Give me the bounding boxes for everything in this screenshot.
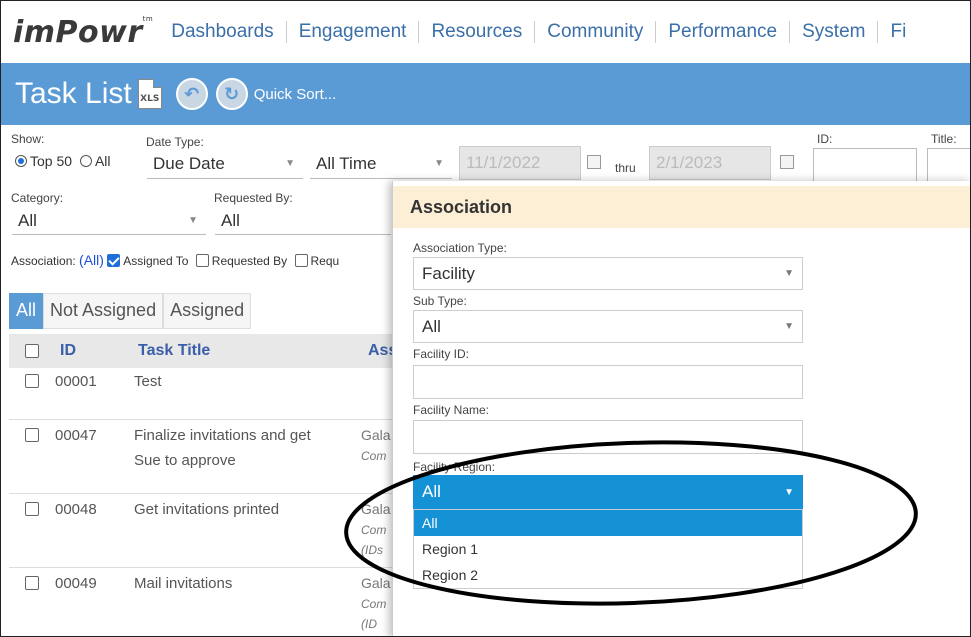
category-label: Category: — [11, 191, 64, 205]
row-assoc-type: Com — [361, 597, 387, 611]
table-row[interactable]: 00047 Finalize invitations and get Sue t… — [9, 421, 399, 494]
row-assoc-id: (ID — [361, 617, 377, 631]
all-radio[interactable] — [79, 155, 92, 167]
row-id: 00048 — [55, 501, 97, 518]
region-option-2[interactable]: Region 2 — [414, 562, 802, 588]
region-option-1[interactable]: Region 1 — [414, 536, 802, 562]
nav-system[interactable]: System — [789, 21, 877, 43]
app-window: imPowrtm Dashboards Engagement Resources… — [0, 0, 971, 637]
row-title-line2[interactable]: Sue to approve — [134, 448, 236, 473]
tab-not-assigned[interactable]: Not Assigned — [43, 293, 164, 329]
tab-assigned[interactable]: Assigned — [163, 293, 252, 329]
facility-name-input[interactable] — [413, 420, 803, 454]
association-all-link[interactable]: (All) — [79, 252, 104, 268]
date-from-input[interactable]: 11/1/2022 — [459, 146, 581, 180]
row-title-line1[interactable]: Finalize invitations and get — [134, 423, 311, 448]
row-checkbox[interactable] — [25, 576, 39, 590]
requested-by-select[interactable]: All — [215, 207, 391, 235]
row-title[interactable]: Get invitations printed — [134, 497, 279, 522]
facility-region-label: Facility Region: — [413, 460, 496, 474]
title-label: Title: — [931, 132, 957, 146]
facility-region-select[interactable]: All ▼ — [413, 475, 803, 509]
sub-type-label: Sub Type: — [413, 294, 467, 308]
chevron-down-icon: ▼ — [784, 268, 794, 279]
nav-fi-truncated[interactable]: Fi — [877, 21, 918, 43]
table-row[interactable]: 00048 Get invitations printed Gala Com (… — [9, 495, 399, 568]
chevron-down-icon: ▼ — [434, 158, 444, 169]
id-label: ID: — [817, 132, 833, 146]
association-type-label: Association Type: — [413, 241, 507, 255]
table-row[interactable]: 00049 Mail invitations Gala Com (ID — [9, 569, 399, 636]
table-row[interactable]: 00001 Test — [9, 368, 399, 420]
requ-checkbox[interactable] — [294, 254, 308, 267]
chevron-down-icon: ▼ — [285, 158, 295, 169]
sub-type-select[interactable]: All ▼ — [413, 310, 803, 343]
nav-resources[interactable]: Resources — [418, 21, 534, 43]
row-checkbox[interactable] — [25, 374, 39, 388]
nav-engagement[interactable]: Engagement — [285, 21, 419, 43]
top50-radio[interactable] — [15, 155, 27, 167]
category-select[interactable]: All ▼ — [12, 207, 206, 235]
date-type-select[interactable]: Due Date ▼ — [147, 149, 303, 179]
requested-by-label: Requested By: — [214, 191, 293, 205]
title-input[interactable] — [927, 148, 970, 182]
facility-id-label: Facility ID: — [413, 347, 470, 361]
page-header: Task List XLS ↶ ↻ Quick Sort... — [1, 63, 970, 125]
chevron-down-icon: ▼ — [188, 215, 198, 226]
assigned-to-checkbox[interactable] — [107, 254, 121, 267]
row-title[interactable]: Mail invitations — [134, 571, 232, 596]
calendar-icon[interactable] — [780, 155, 794, 169]
show-label: Show: — [11, 132, 45, 146]
calendar-icon[interactable] — [587, 155, 601, 169]
nav-performance[interactable]: Performance — [655, 21, 789, 43]
id-input[interactable] — [813, 148, 917, 182]
row-assoc-type: Com — [361, 523, 387, 537]
dialog-header: Association — [393, 186, 970, 228]
thru-label: thru — [615, 161, 636, 175]
row-checkbox[interactable] — [25, 502, 39, 516]
nav-community[interactable]: Community — [534, 21, 655, 43]
row-title[interactable]: Test — [134, 369, 162, 394]
show-options: Top 50 All — [15, 153, 111, 169]
select-all-checkbox[interactable] — [25, 344, 39, 358]
row-assoc-id: (IDs — [361, 543, 383, 557]
column-task-title[interactable]: Task Title — [138, 342, 210, 360]
date-type-label: Date Type: — [146, 135, 204, 149]
quick-sort-link[interactable]: Quick Sort... — [254, 86, 337, 103]
row-id: 00047 — [55, 427, 97, 444]
nav-links: Dashboards Engagement Resources Communit… — [171, 21, 918, 43]
chevron-down-icon: ▼ — [784, 321, 794, 332]
row-id: 00001 — [55, 373, 97, 390]
region-option-all[interactable]: All — [414, 510, 802, 536]
association-dialog: Association Association Type: Facility ▼ … — [392, 181, 970, 636]
chevron-down-icon: ▼ — [784, 486, 794, 498]
association-type-select[interactable]: Facility ▼ — [413, 257, 803, 290]
table-header: ID Task Title Ass — [9, 334, 399, 368]
tab-all[interactable]: All — [9, 293, 44, 329]
app-logo[interactable]: imPowrtm — [13, 15, 153, 50]
column-id[interactable]: ID — [60, 342, 76, 360]
facility-id-input[interactable] — [413, 365, 803, 399]
page-title: Task List — [15, 77, 132, 110]
time-range-select[interactable]: All Time ▼ — [310, 149, 452, 179]
row-checkbox[interactable] — [25, 428, 39, 442]
date-to-input[interactable]: 2/1/2023 — [649, 146, 771, 180]
row-assoc-type: Com — [361, 449, 387, 463]
requested-by-checkbox[interactable] — [195, 254, 209, 267]
association-filter-line: Association: (All) Assigned To Requested… — [11, 252, 340, 268]
nav-dashboards[interactable]: Dashboards — [171, 21, 285, 43]
facility-region-options: All Region 1 Region 2 — [413, 509, 803, 589]
refresh-icon[interactable]: ↻ — [215, 78, 248, 110]
top-nav: imPowrtm Dashboards Engagement Resources… — [1, 1, 970, 63]
xls-export-icon[interactable]: XLS — [137, 79, 162, 109]
task-tabs: All Not Assigned Assigned — [9, 293, 252, 329]
back-icon[interactable]: ↶ — [175, 78, 208, 110]
dialog-title: Association — [410, 196, 513, 217]
row-id: 00049 — [55, 575, 97, 592]
facility-name-label: Facility Name: — [413, 403, 490, 417]
